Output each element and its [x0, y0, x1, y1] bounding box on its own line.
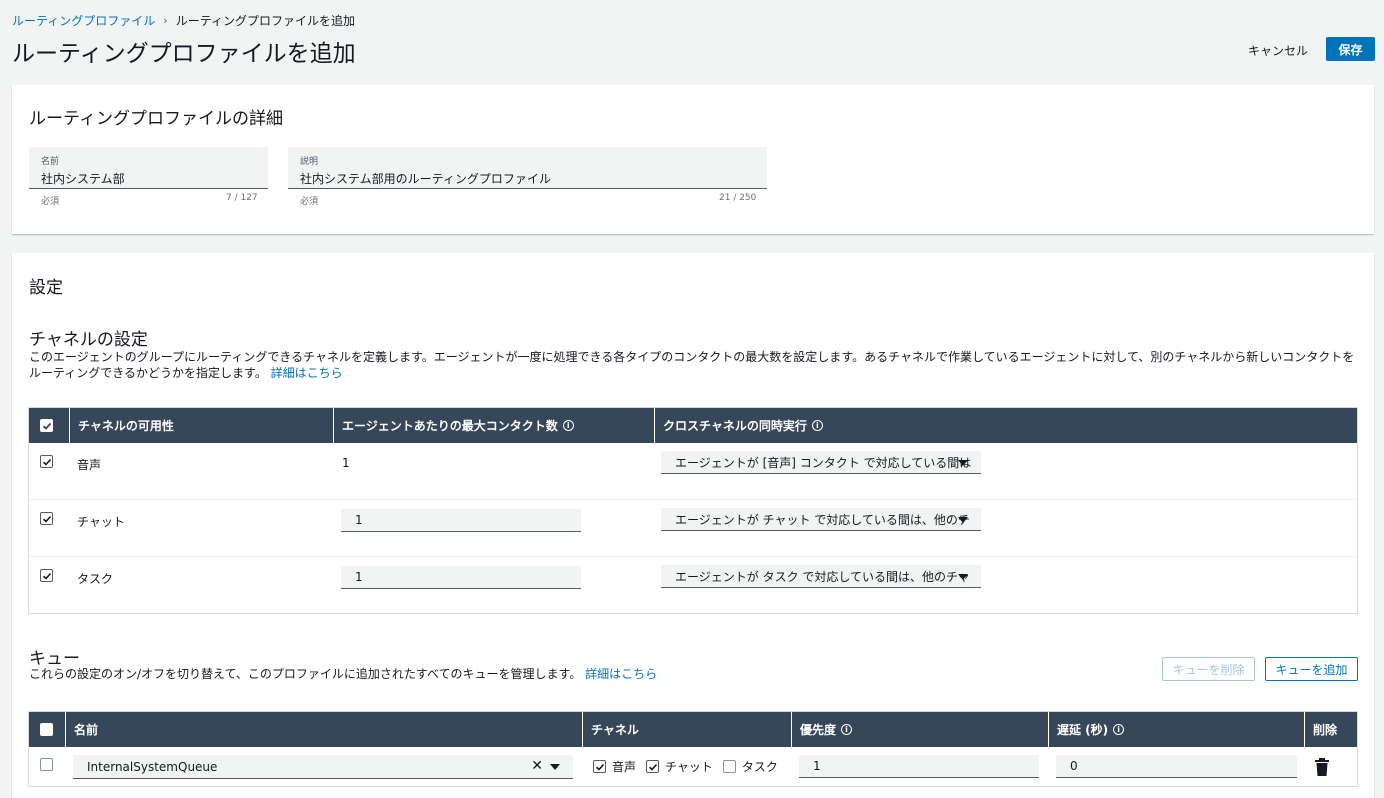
select-all-channels-checkbox[interactable]	[40, 419, 53, 432]
channel-name: 音声	[77, 458, 102, 472]
caret-down-icon	[958, 517, 968, 523]
voice-max-contacts: 1	[342, 456, 350, 470]
details-panel: ルーティングプロファイルの詳細 名前 社内システム部 必須 7 / 127 説明…	[12, 85, 1374, 234]
settings-panel: 設定 チャネルの設定 このエージェントのグループにルーティングできるチャネルを定…	[12, 253, 1374, 798]
col-channel: チャネル	[582, 712, 791, 747]
chat-max-contacts-input[interactable]: 1	[341, 509, 581, 532]
task-channel-checkbox[interactable]	[40, 569, 53, 582]
info-icon[interactable]: i	[1113, 724, 1125, 735]
caret-down-icon	[958, 460, 968, 466]
col-delay: 遅延 (秒) i	[1048, 712, 1304, 747]
chevron-right-icon: ›	[163, 14, 168, 27]
col-priority: 優先度 i	[791, 712, 1048, 747]
channels-learn-more-link[interactable]: 詳細はこちら	[271, 366, 343, 380]
queue-row-checkbox[interactable]	[40, 758, 53, 771]
settings-title: 設定	[29, 278, 63, 298]
name-label: 名前	[41, 157, 60, 167]
col-name: 名前	[65, 712, 582, 747]
page-title: ルーティングプロファイルを追加	[12, 41, 356, 67]
breadcrumb-parent-link[interactable]: ルーティングプロファイル	[12, 12, 155, 29]
table-row: タスク 1 エージェントが タスク で対応している間は、他のチャ	[29, 557, 1357, 614]
task-cross-channel-select[interactable]: エージェントが タスク で対応している間は、他のチャ	[661, 565, 981, 588]
queue-task-checkbox[interactable]	[722, 760, 736, 773]
breadcrumb: ルーティングプロファイル › ルーティングプロファイルを追加	[12, 12, 355, 29]
table-row: チャット 1 エージェントが チャット で対応している間は、他のチ	[29, 500, 1357, 557]
caret-down-icon	[550, 764, 560, 770]
description-label: 説明	[300, 157, 319, 167]
col-availability: チャネルの可用性	[69, 408, 333, 443]
chat-channel-checkbox[interactable]	[40, 512, 53, 525]
channels-title: チャネルの設定	[29, 330, 148, 350]
queue-chat-checkbox[interactable]	[646, 760, 660, 773]
info-icon[interactable]: i	[841, 724, 853, 735]
task-max-contacts-input[interactable]: 1	[341, 566, 581, 589]
channel-table-header: チャネルの可用性 エージェントあたりの最大コンタクト数 i クロスチャネルの同時実…	[29, 408, 1357, 443]
col-max-contacts: エージェントあたりの最大コンタクト数 i	[333, 408, 654, 443]
name-field[interactable]: 名前 社内システム部	[29, 147, 268, 189]
caret-down-icon	[958, 574, 968, 580]
description-char-count: 21 / 250	[719, 193, 757, 203]
breadcrumb-current: ルーティングプロファイルを追加	[175, 14, 355, 28]
queues-learn-more-link[interactable]: 詳細はこちら	[585, 667, 657, 681]
details-title: ルーティングプロファイルの詳細	[29, 109, 283, 129]
delete-queue-button[interactable]: キューを削除	[1162, 657, 1255, 681]
voice-channel-checkbox[interactable]	[40, 455, 53, 468]
description-field[interactable]: 説明 社内システム部用のルーティングプロファイル	[288, 147, 767, 189]
chat-cross-channel-select[interactable]: エージェントが チャット で対応している間は、他のチ	[661, 508, 981, 531]
channel-name: タスク	[77, 572, 114, 586]
info-icon[interactable]: i	[811, 420, 823, 431]
channels-description: このエージェントのグループにルーティングできるチャネルを定義します。エージェント…	[29, 350, 1355, 380]
channel-table: チャネルの可用性 エージェントあたりの最大コンタクト数 i クロスチャネルの同時実…	[28, 407, 1358, 614]
queue-delay-input[interactable]: 0	[1056, 755, 1297, 778]
name-value: 社内システム部	[41, 172, 125, 186]
col-cross-channel: クロスチャネルの同時実行 i	[654, 408, 1357, 443]
queue-chat-label: チャット	[665, 760, 713, 774]
queue-voice-checkbox[interactable]	[593, 760, 606, 773]
name-required-hint: 必須	[41, 197, 60, 207]
queue-task-label: タスク	[741, 760, 778, 774]
save-button[interactable]: 保存	[1326, 37, 1375, 61]
queues-description: これらの設定のオン/オフを切り替えて、このプロファイルに追加されたすべてのキュー…	[29, 667, 658, 681]
info-icon[interactable]: i	[562, 420, 574, 431]
cancel-button[interactable]: キャンセル	[1240, 38, 1316, 62]
queue-channel-options: 音声 チャット タスク	[593, 758, 778, 775]
select-all-queues-checkbox[interactable]	[40, 723, 53, 736]
col-delete: 削除	[1304, 712, 1357, 747]
queue-priority-input[interactable]: 1	[799, 755, 1039, 778]
name-char-count: 7 / 127	[226, 193, 258, 203]
queue-table: 名前 チャネル 優先度 i 遅延 (秒) i 削除 InternalSystemQu…	[28, 711, 1358, 787]
clear-icon[interactable]: ✕	[531, 758, 543, 774]
trash-icon[interactable]	[1314, 758, 1330, 780]
voice-cross-channel-select[interactable]: エージェントが [音声] コンタクト で対応している間は	[661, 451, 981, 474]
description-required-hint: 必須	[300, 197, 319, 207]
table-row: InternalSystemQueue ✕ 音声 チャット タスク 1 0	[29, 747, 1357, 787]
queue-voice-label: 音声	[612, 760, 637, 774]
queue-table-header: 名前 チャネル 優先度 i 遅延 (秒) i 削除	[29, 712, 1357, 747]
channel-name: チャット	[77, 515, 125, 529]
add-queue-button[interactable]: キューを追加	[1265, 657, 1358, 681]
description-value: 社内システム部用のルーティングプロファイル	[300, 172, 551, 186]
queue-name-select[interactable]: InternalSystemQueue ✕	[73, 755, 573, 779]
table-row: 音声 1 エージェントが [音声] コンタクト で対応している間は	[29, 443, 1357, 500]
